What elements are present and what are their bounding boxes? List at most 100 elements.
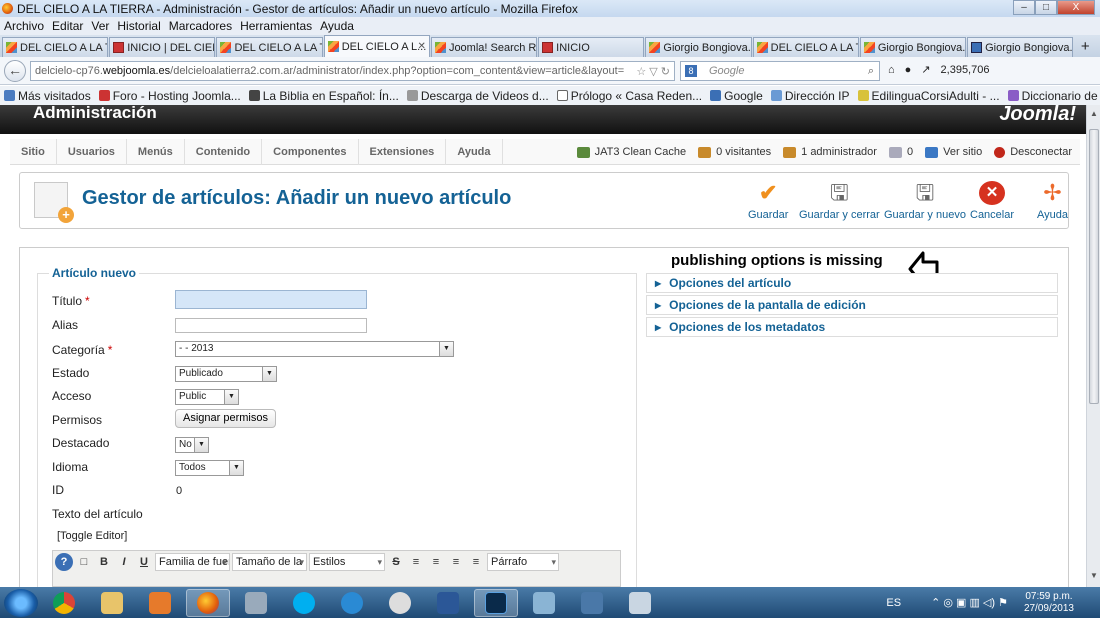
category-select[interactable]: - - 2013 ▼ bbox=[175, 341, 454, 357]
jmenu-usuarios[interactable]: Usuarios bbox=[57, 138, 127, 165]
styles-select[interactable]: Estilos bbox=[309, 553, 385, 571]
taskbar-app-explorer[interactable] bbox=[90, 589, 134, 617]
bookmark-item[interactable]: EdilinguaCorsiAdulti - ... bbox=[857, 89, 1000, 103]
taskbar-app-window[interactable] bbox=[570, 589, 614, 617]
browser-tab-active[interactable]: DEL CIELO A L... ✕ bbox=[323, 35, 430, 57]
featured-select[interactable]: No ▼ bbox=[175, 437, 209, 453]
menu-herramientas[interactable]: Herramientas bbox=[240, 19, 312, 33]
view-site-link[interactable]: Ver sitio bbox=[925, 146, 982, 158]
clean-cache-link[interactable]: JAT3 Clean Cache bbox=[576, 146, 686, 158]
bookmark-item[interactable]: Google bbox=[710, 89, 763, 103]
italic-icon[interactable]: I bbox=[115, 553, 133, 571]
addon-icon[interactable]: ● bbox=[905, 64, 912, 76]
jmenu-sitio[interactable]: Sitio bbox=[10, 138, 57, 165]
menu-historial[interactable]: Historial bbox=[117, 19, 160, 33]
browser-tab[interactable]: Joomla! Search Re... bbox=[430, 37, 538, 57]
format-select[interactable]: Párrafo bbox=[487, 553, 559, 571]
bookmark-item[interactable]: Más visitados bbox=[4, 89, 91, 103]
taskbar-app-webcam[interactable] bbox=[378, 589, 422, 617]
bookmark-item[interactable]: Dirección IP bbox=[770, 89, 850, 103]
browser-tab[interactable]: Giorgio Bongiova... bbox=[645, 37, 752, 57]
taskbar-app-photoshop[interactable] bbox=[474, 588, 518, 617]
back-button[interactable]: ← bbox=[4, 59, 26, 82]
bookmark-star-icon[interactable]: ☆ ▽ ↻ bbox=[636, 65, 670, 78]
scroll-up-icon[interactable]: ▲ bbox=[1088, 109, 1100, 123]
assign-permissions-button[interactable]: Asignar permisos bbox=[175, 409, 276, 428]
jmenu-ayuda[interactable]: Ayuda bbox=[446, 138, 503, 165]
browser-tab[interactable]: DEL CIELO A LA TI... bbox=[752, 37, 859, 57]
stats-icon[interactable]: ↗ bbox=[921, 63, 930, 76]
accordion-metadata-options[interactable]: ▶ Opciones de los metadatos bbox=[646, 317, 1058, 337]
taskbar-app-calculator[interactable] bbox=[234, 589, 278, 617]
taskbar-app-word[interactable] bbox=[426, 589, 470, 617]
jmenu-extensiones[interactable]: Extensiones bbox=[359, 138, 447, 165]
font-family-select[interactable]: Familia de fuer bbox=[155, 553, 230, 571]
align-center-icon[interactable]: ≡ bbox=[427, 553, 445, 571]
minimize-button[interactable]: – bbox=[1013, 0, 1035, 15]
url-bar[interactable]: delcielo-cp76. webjoomla.es/delcieloalati… bbox=[30, 61, 675, 81]
taskbar-app-media[interactable] bbox=[138, 589, 182, 617]
bookmark-item[interactable]: Prólogo « Casa Reden... bbox=[556, 89, 702, 103]
alias-input[interactable] bbox=[175, 318, 367, 333]
menu-editar[interactable]: Editar bbox=[52, 19, 83, 33]
browser-tab[interactable]: DEL CIELO A LA TI... bbox=[216, 37, 323, 57]
state-select[interactable]: Publicado ▼ bbox=[175, 366, 277, 382]
bold-icon[interactable]: B bbox=[95, 553, 113, 571]
browser-tab[interactable]: DEL CIELO A LA TI... bbox=[2, 37, 109, 57]
taskbar-app-chrome[interactable] bbox=[42, 589, 86, 617]
save-new-button[interactable]: 🖫 Guardar y nuevo bbox=[884, 181, 966, 222]
bookmark-item[interactable]: La Biblia en Español: Ín... bbox=[248, 89, 399, 103]
underline-icon[interactable]: U bbox=[135, 553, 153, 571]
search-icon[interactable]: ⌕ bbox=[868, 65, 874, 78]
title-input[interactable] bbox=[175, 290, 367, 309]
browser-tab[interactable]: INICIO | DEL CIEL... bbox=[109, 37, 216, 57]
menu-archivo[interactable]: Archivo bbox=[4, 19, 44, 33]
menu-ayuda[interactable]: Ayuda bbox=[320, 19, 354, 33]
menu-ver[interactable]: Ver bbox=[91, 19, 109, 33]
vertical-scrollbar[interactable]: ▲ ▼ bbox=[1086, 105, 1100, 587]
close-window-button[interactable]: X bbox=[1057, 0, 1095, 15]
bookmark-item[interactable]: Diccionario de la leng... bbox=[1007, 89, 1100, 103]
taskbar-app-firefox[interactable] bbox=[186, 588, 230, 617]
accordion-edit-screen-options[interactable]: ▶ Opciones de la pantalla de edición bbox=[646, 295, 1058, 315]
save-close-button[interactable]: 🖫 Guardar y cerrar bbox=[799, 181, 880, 222]
align-left-icon[interactable]: ≡ bbox=[407, 553, 425, 571]
browser-tab[interactable]: Giorgio Bongiova... bbox=[967, 37, 1074, 57]
taskbar-app-notes[interactable] bbox=[522, 589, 566, 617]
jmenu-componentes[interactable]: Componentes bbox=[262, 138, 359, 165]
messages-link[interactable]: 0 bbox=[888, 146, 913, 158]
help-circle-icon[interactable]: ? bbox=[55, 553, 73, 571]
browser-tab[interactable]: INICIO bbox=[538, 37, 645, 57]
tray-icons[interactable]: ⌃ ◎ ▣ ▥ ◁) ⚑ bbox=[931, 596, 1008, 609]
language-indicator[interactable]: ES bbox=[886, 597, 901, 609]
home-icon[interactable]: ⌂ bbox=[888, 64, 895, 76]
scroll-thumb[interactable] bbox=[1089, 129, 1099, 404]
strikethrough-icon[interactable]: S bbox=[387, 553, 405, 571]
taskbar-app-skype[interactable] bbox=[282, 589, 326, 617]
bookmark-item[interactable]: Descarga de Videos d... bbox=[406, 89, 549, 103]
browser-tab[interactable]: Giorgio Bongiova... bbox=[859, 37, 967, 57]
start-button[interactable] bbox=[4, 588, 38, 617]
font-size-select[interactable]: Tamaño de la bbox=[232, 553, 307, 571]
access-select[interactable]: Public ▼ bbox=[175, 389, 239, 405]
accordion-article-options[interactable]: ▶ Opciones del artículo bbox=[646, 273, 1058, 293]
taskbar-app-ie[interactable] bbox=[330, 589, 374, 617]
jmenu-contenido[interactable]: Contenido bbox=[185, 138, 263, 165]
scroll-down-icon[interactable]: ▼ bbox=[1088, 571, 1100, 585]
toggle-editor-link[interactable]: [Toggle Editor] bbox=[57, 530, 127, 542]
new-document-icon[interactable]: □ bbox=[75, 553, 93, 571]
maximize-button[interactable]: □ bbox=[1035, 0, 1057, 15]
bookmark-item[interactable]: Foro - Hosting Joomla... bbox=[98, 89, 241, 103]
cancel-button[interactable]: ✕ Cancelar bbox=[970, 181, 1014, 221]
menu-marcadores[interactable]: Marcadores bbox=[169, 19, 232, 33]
tab-close-icon[interactable]: ✕ bbox=[418, 41, 426, 52]
logout-link[interactable]: Desconectar bbox=[994, 146, 1072, 158]
language-select[interactable]: Todos ▼ bbox=[175, 460, 244, 476]
taskbar-clock[interactable]: 07:59 p.m. 27/09/2013 bbox=[1024, 591, 1074, 615]
save-button[interactable]: ✔ Guardar bbox=[748, 181, 788, 222]
new-tab-button[interactable]: + bbox=[1074, 37, 1096, 57]
align-right-icon[interactable]: ≡ bbox=[447, 553, 465, 571]
taskbar-app-paint[interactable] bbox=[618, 589, 662, 617]
align-justify-icon[interactable]: ≡ bbox=[467, 553, 485, 571]
help-button[interactable]: ✢ Ayuda bbox=[1037, 181, 1068, 222]
